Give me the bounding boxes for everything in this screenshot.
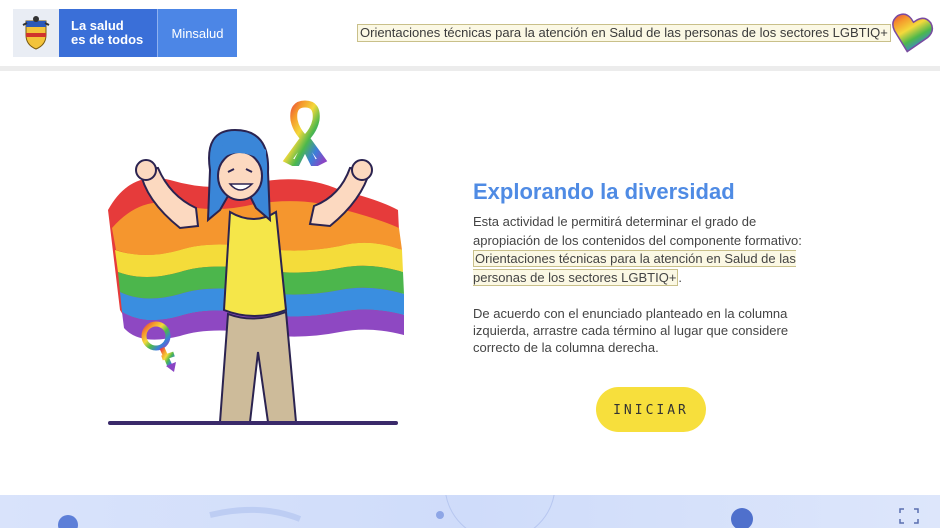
female-symbol-icon <box>138 320 182 376</box>
course-title: Orientaciones técnicas para la atención … <box>357 24 891 42</box>
fullscreen-icon[interactable] <box>899 508 919 524</box>
description-end: . <box>678 269 683 285</box>
rainbow-ribbon-icon <box>280 100 330 169</box>
coat-of-arms-icon <box>13 9 59 57</box>
logo-line-1: La salud <box>71 18 124 33</box>
start-button[interactable]: INICIAR <box>596 387 706 432</box>
header: La salud es de todos Minsalud Orientacio… <box>0 0 940 66</box>
activity-description: Esta actividad le permitirá determinar e… <box>473 213 818 287</box>
activity-instructions: De acuerdo con el enunciado planteado en… <box>473 306 789 355</box>
header-divider <box>0 66 940 71</box>
minsalud-logo[interactable]: La salud es de todos Minsalud <box>13 9 237 57</box>
footer-decoration <box>0 495 940 528</box>
logo-org-name: Minsalud <box>157 9 237 57</box>
description-text: Esta actividad le permitirá determinar e… <box>473 214 802 248</box>
logo-line-2: es de todos <box>71 32 144 47</box>
page-heading: Explorando la diversidad <box>473 179 735 204</box>
rainbow-heart-icon <box>888 12 934 54</box>
logo-slogan: La salud es de todos <box>59 9 157 57</box>
pride-flag-illustration <box>100 100 420 430</box>
highlighted-course-title: Orientaciones técnicas para la atención … <box>473 250 796 286</box>
